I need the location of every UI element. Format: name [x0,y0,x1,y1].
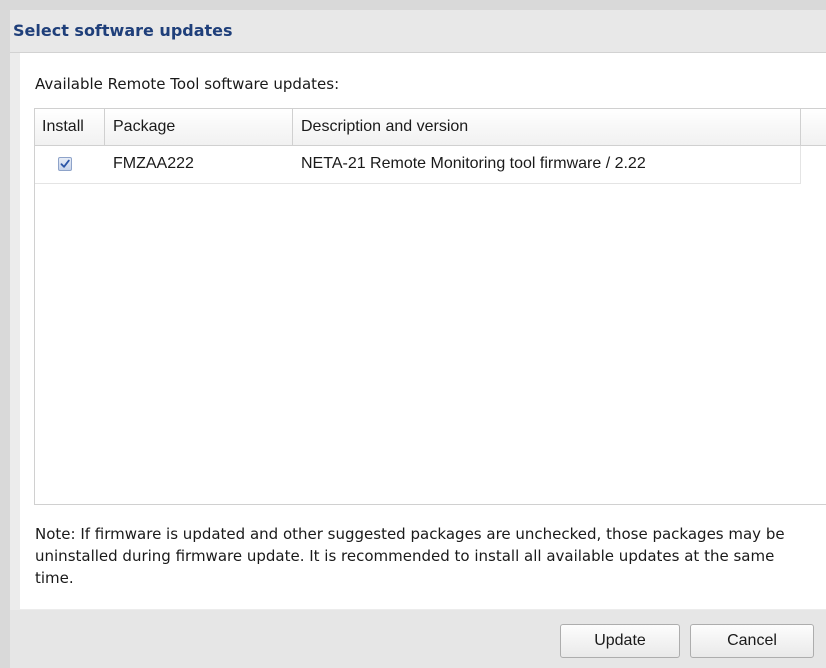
updates-subtitle: Available Remote Tool software updates: [35,75,340,93]
column-header-spacer [801,109,826,145]
table-header: Install Package Description and version [35,109,826,146]
package-cell: FMZAA222 [113,155,194,172]
select-software-updates-dialog: Select software updates Available Remote… [10,10,826,668]
install-cell [35,146,105,182]
column-header-package[interactable]: Package [105,109,293,145]
dialog-content: Available Remote Tool software updates: … [20,53,826,609]
firmware-note: Note: If firmware is updated and other s… [35,525,785,587]
cancel-button[interactable]: Cancel [690,624,814,658]
checkmark-icon [60,159,70,168]
dialog-titlebar: Select software updates [10,10,826,53]
description-cell: NETA-21 Remote Monitoring tool firmware … [301,155,646,172]
dialog-title: Select software updates [13,21,233,40]
column-header-install[interactable]: Install [35,109,105,145]
updates-table: Install Package Description and version … [34,108,826,505]
table-row[interactable]: FMZAA222 NETA-21 Remote Monitoring tool … [35,146,801,184]
install-checkbox[interactable] [58,157,72,171]
update-button[interactable]: Update [560,624,680,658]
dialog-footer: Update Cancel [10,610,826,668]
column-header-description[interactable]: Description and version [293,109,801,145]
